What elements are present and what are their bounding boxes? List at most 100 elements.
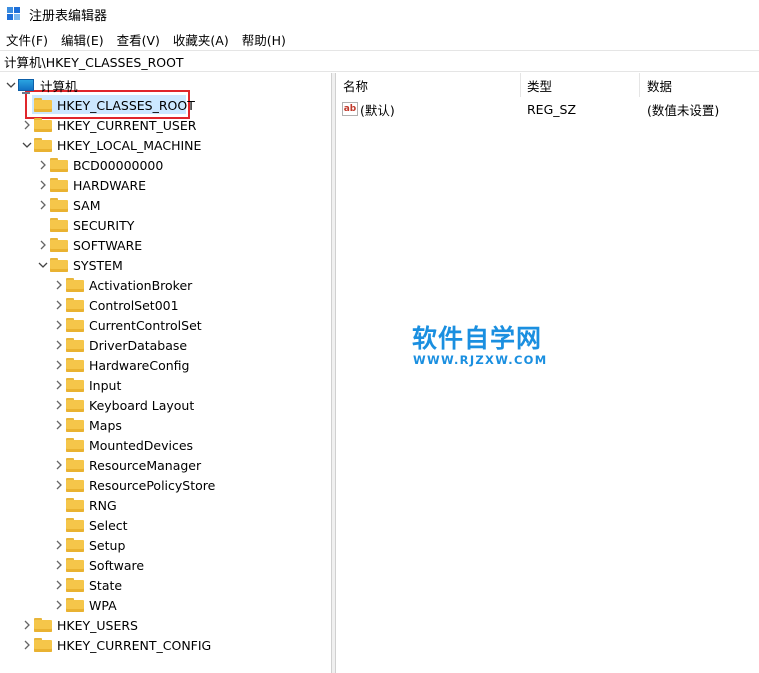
value-row-name[interactable]: ab (默认) bbox=[342, 99, 395, 119]
tree-item-label: ControlSet001 bbox=[89, 297, 179, 313]
registry-editor-icon bbox=[7, 7, 21, 21]
tree-item-wpa[interactable]: WPA bbox=[52, 595, 117, 615]
tree-item-maps[interactable]: Maps bbox=[52, 415, 122, 435]
chevron-right-icon[interactable] bbox=[52, 335, 66, 355]
column-header-type[interactable]: 类型 bbox=[527, 73, 637, 97]
folder-icon bbox=[50, 258, 68, 272]
window-title: 注册表编辑器 bbox=[29, 8, 108, 24]
chevron-right-icon[interactable] bbox=[52, 415, 66, 435]
tree-item-label: WPA bbox=[89, 597, 117, 613]
chevron-right-icon[interactable] bbox=[52, 315, 66, 335]
tree-item-currentcontrolset[interactable]: CurrentControlSet bbox=[52, 315, 202, 335]
chevron-right-icon[interactable] bbox=[36, 175, 50, 195]
tree-item-driverdatabase[interactable]: DriverDatabase bbox=[52, 335, 187, 355]
folder-icon bbox=[50, 218, 68, 232]
tree-item-input[interactable]: Input bbox=[52, 375, 121, 395]
menu-favorites[interactable]: 收藏夹(A) bbox=[167, 30, 236, 49]
chevron-right-icon[interactable] bbox=[20, 95, 34, 115]
tree-item-hardwareconfig[interactable]: HardwareConfig bbox=[52, 355, 189, 375]
tree-item-label: Maps bbox=[89, 417, 122, 433]
chevron-right-icon[interactable] bbox=[20, 115, 34, 135]
folder-icon bbox=[66, 478, 84, 492]
tree-item-controlset001[interactable]: ControlSet001 bbox=[52, 295, 179, 315]
tree-item-hkey-current-config[interactable]: HKEY_CURRENT_CONFIG bbox=[20, 635, 211, 655]
tree-item-mounteddevices[interactable]: MountedDevices bbox=[52, 435, 193, 455]
tree-item-label: Keyboard Layout bbox=[89, 397, 195, 413]
chevron-right-icon[interactable] bbox=[52, 595, 66, 615]
chevron-right-icon[interactable] bbox=[52, 555, 66, 575]
chevron-right-icon[interactable] bbox=[52, 575, 66, 595]
tree-item-activationbroker[interactable]: ActivationBroker bbox=[52, 275, 192, 295]
tree-item-computer[interactable]: 计算机 bbox=[4, 75, 78, 95]
folder-icon bbox=[66, 398, 84, 412]
tree-item-sam[interactable]: SAM bbox=[36, 195, 101, 215]
tree-item-software-sub[interactable]: Software bbox=[52, 555, 144, 575]
chevron-down-icon[interactable] bbox=[36, 255, 50, 275]
menu-view[interactable]: 查看(V) bbox=[111, 30, 167, 49]
tree-item-label: ResourceManager bbox=[89, 457, 202, 473]
tree-item-label: HKEY_LOCAL_MACHINE bbox=[57, 137, 202, 153]
chevron-right-icon[interactable] bbox=[52, 295, 66, 315]
tree-item-system[interactable]: SYSTEM bbox=[36, 255, 123, 275]
chevron-right-icon[interactable] bbox=[36, 195, 50, 215]
tree-item-label: DriverDatabase bbox=[89, 337, 188, 353]
folder-icon bbox=[66, 498, 84, 512]
column-separator[interactable] bbox=[639, 73, 640, 97]
folder-icon bbox=[66, 518, 84, 532]
chevron-right-icon[interactable] bbox=[36, 155, 50, 175]
tree-item-security[interactable]: SECURITY bbox=[36, 215, 134, 235]
column-header-label: 类型 bbox=[527, 78, 553, 94]
chevron-right-icon[interactable] bbox=[20, 615, 34, 635]
column-separator[interactable] bbox=[520, 73, 521, 97]
column-header-data[interactable]: 数据 bbox=[647, 73, 757, 97]
tree-item-rng[interactable]: RNG bbox=[52, 495, 117, 515]
folder-icon bbox=[66, 538, 84, 552]
chevron-right-icon[interactable] bbox=[52, 395, 66, 415]
tree-item-label: HKEY_CURRENT_CONFIG bbox=[57, 637, 212, 653]
folder-icon bbox=[34, 98, 52, 112]
value-row-data: (数值未设置) bbox=[647, 99, 719, 119]
tree-item-state[interactable]: State bbox=[52, 575, 122, 595]
column-header-name[interactable]: 名称 bbox=[343, 73, 518, 97]
title-bar: 注册表编辑器 bbox=[0, 0, 759, 28]
chevron-down-icon[interactable] bbox=[20, 135, 34, 155]
address-bar[interactable]: 计算机\HKEY_CLASSES_ROOT bbox=[0, 50, 759, 72]
folder-icon bbox=[50, 198, 68, 212]
folder-icon bbox=[34, 618, 52, 632]
tree-item-hkey-classes-root[interactable]: HKEY_CLASSES_ROOT bbox=[20, 95, 195, 115]
folder-icon bbox=[66, 358, 84, 372]
tree-item-label: 计算机 bbox=[40, 78, 78, 94]
tree-item-resourcemanager[interactable]: ResourceManager bbox=[52, 455, 201, 475]
chevron-right-icon[interactable] bbox=[52, 375, 66, 395]
watermark-url: WWW.RJZXW.COM bbox=[413, 353, 548, 367]
chevron-right-icon[interactable] bbox=[52, 355, 66, 375]
tree-item-label: SECURITY bbox=[73, 217, 135, 233]
tree-item-hardware[interactable]: HARDWARE bbox=[36, 175, 146, 195]
chevron-right-icon[interactable] bbox=[52, 275, 66, 295]
tree-item-hkey-local-machine[interactable]: HKEY_LOCAL_MACHINE bbox=[20, 135, 201, 155]
chevron-right-icon[interactable] bbox=[52, 535, 66, 555]
tree-item-hkey-users[interactable]: HKEY_USERS bbox=[20, 615, 138, 635]
chevron-right-icon[interactable] bbox=[36, 235, 50, 255]
chevron-right-icon[interactable] bbox=[52, 455, 66, 475]
tree-item-keyboard-layout[interactable]: Keyboard Layout bbox=[52, 395, 194, 415]
tree-item-software[interactable]: SOFTWARE bbox=[36, 235, 142, 255]
folder-icon bbox=[66, 598, 84, 612]
folder-icon bbox=[66, 458, 84, 472]
chevron-right-icon[interactable] bbox=[20, 635, 34, 655]
tree-item-hkey-current-user[interactable]: HKEY_CURRENT_USER bbox=[20, 115, 196, 135]
folder-icon bbox=[66, 438, 84, 452]
folder-icon bbox=[50, 158, 68, 172]
menu-file[interactable]: 文件(F) bbox=[0, 30, 55, 49]
tree-item-setup[interactable]: Setup bbox=[52, 535, 125, 555]
chevron-right-icon[interactable] bbox=[52, 475, 66, 495]
menu-edit[interactable]: 编辑(E) bbox=[55, 30, 111, 49]
menu-help[interactable]: 帮助(H) bbox=[236, 30, 293, 49]
tree-item-resourcepolicystore[interactable]: ResourcePolicyStore bbox=[52, 475, 215, 495]
folder-icon bbox=[50, 238, 68, 252]
column-header-label: 数据 bbox=[647, 78, 673, 94]
chevron-down-icon[interactable] bbox=[4, 75, 18, 95]
tree-item-select[interactable]: Select bbox=[52, 515, 128, 535]
tree-item-bcd[interactable]: BCD00000000 bbox=[36, 155, 163, 175]
